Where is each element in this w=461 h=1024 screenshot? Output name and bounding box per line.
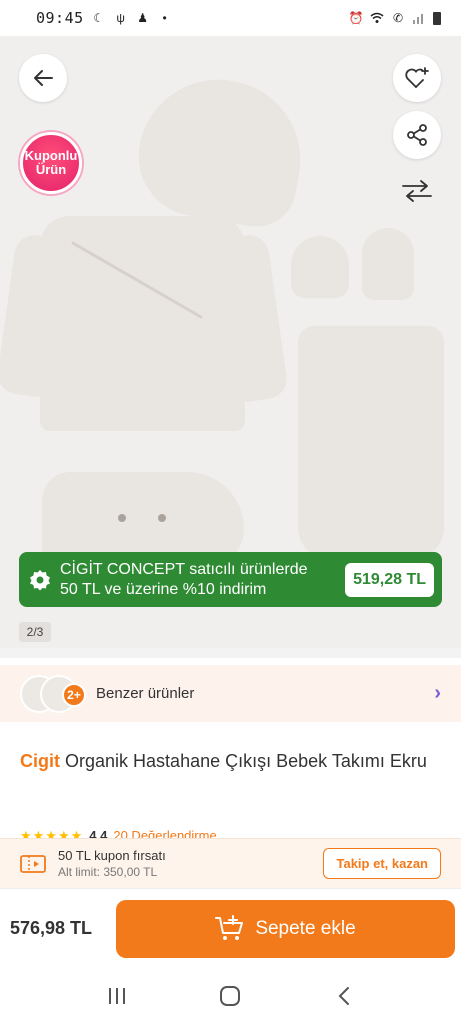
home-button[interactable] <box>210 976 250 1016</box>
coupon-badge-line1: Kuponlu <box>24 148 78 163</box>
product-image-gallery[interactable]: Kuponlu Ürün CİGİT CONCEPT satıcılı ürün… <box>0 36 461 648</box>
coupon-offer-bar: 50 TL kupon fırsatı Alt limit: 350,00 TL… <box>0 838 461 888</box>
signal-icon <box>412 11 426 25</box>
back-nav-button[interactable] <box>324 976 364 1016</box>
heart-add-icon <box>405 67 429 88</box>
add-to-cart-button[interactable]: Sepete ekle <box>116 899 455 958</box>
compare-button[interactable] <box>393 167 441 215</box>
product-title: Cigit Organik Hastahane Çıkışı Bebek Tak… <box>20 746 445 776</box>
user-icon: ♟ <box>137 11 149 25</box>
status-time: 09:45 <box>36 9 84 27</box>
home-icon <box>220 986 241 1006</box>
moon-icon: ☾ <box>93 11 105 25</box>
product-brand[interactable]: Cigit <box>20 751 60 771</box>
status-bar: 09:45 ☾ ψ ♟ • ⏰ ✆ <box>0 0 461 36</box>
cart-add-icon <box>215 914 244 940</box>
dot-icon: • <box>162 11 167 25</box>
chevron-right-icon: › <box>434 682 441 704</box>
add-to-cart-bar: 576,98 TL Sepete ekle <box>0 888 461 968</box>
similar-products-label: Benzer ürünler <box>96 685 195 702</box>
coupon-subtitle: Alt limit: 350,00 TL <box>58 865 158 879</box>
product-photo-hat <box>129 66 313 234</box>
add-to-cart-label: Sepete ekle <box>255 917 356 939</box>
seller-promo-banner[interactable]: CİGİT CONCEPT satıcılı ürünlerde 50 TL v… <box>19 552 442 607</box>
share-button[interactable] <box>393 111 441 159</box>
follow-and-win-button[interactable]: Takip et, kazan <box>323 848 441 879</box>
product-photo-button <box>118 514 126 522</box>
call-icon: ✆ <box>392 11 404 25</box>
usb-icon: ψ <box>116 11 125 25</box>
coupon-product-badge: Kuponlu Ürün <box>20 132 82 194</box>
product-photo-mitten <box>291 236 349 298</box>
wifi-icon <box>370 11 384 25</box>
product-photo-shirt <box>40 216 245 431</box>
product-name: Organik Hastahane Çıkışı Bebek Takımı Ek… <box>65 751 427 771</box>
product-photo-pants <box>298 326 444 558</box>
product-photo-button <box>158 514 166 522</box>
battery-icon <box>433 11 441 25</box>
favorite-button[interactable] <box>393 54 441 102</box>
coupon-badge-line2: Ürün <box>35 162 67 177</box>
discount-badge-icon <box>29 569 51 591</box>
arrow-left-icon <box>34 70 53 86</box>
chevron-left-icon <box>338 987 350 1005</box>
promo-price: 519,28 TL <box>345 562 434 597</box>
similar-count-badge: 2+ <box>62 682 86 707</box>
swap-arrows-icon <box>402 180 432 202</box>
share-icon <box>407 124 427 146</box>
recent-apps-button[interactable] <box>97 976 137 1016</box>
alarm-icon: ⏰ <box>348 11 364 25</box>
promo-line1: CİGİT CONCEPT satıcılı ürünlerde <box>60 560 308 578</box>
coupon-ticket-icon <box>20 854 46 873</box>
promo-line2: 50 TL ve üzerine %10 indirim <box>60 580 267 598</box>
back-button[interactable] <box>19 54 67 102</box>
similar-products-row[interactable]: 2+ Benzer ürünler › <box>0 665 461 722</box>
recent-apps-icon <box>108 988 125 1004</box>
section-divider <box>0 648 461 658</box>
similar-thumbnails: 2+ <box>20 674 90 713</box>
system-nav-bar <box>0 968 461 1024</box>
image-page-indicator: 2/3 <box>19 622 51 642</box>
product-price: 576,98 TL <box>10 918 93 938</box>
coupon-title: 50 TL kupon fırsatı <box>58 848 166 863</box>
product-photo-mitten <box>362 228 414 300</box>
